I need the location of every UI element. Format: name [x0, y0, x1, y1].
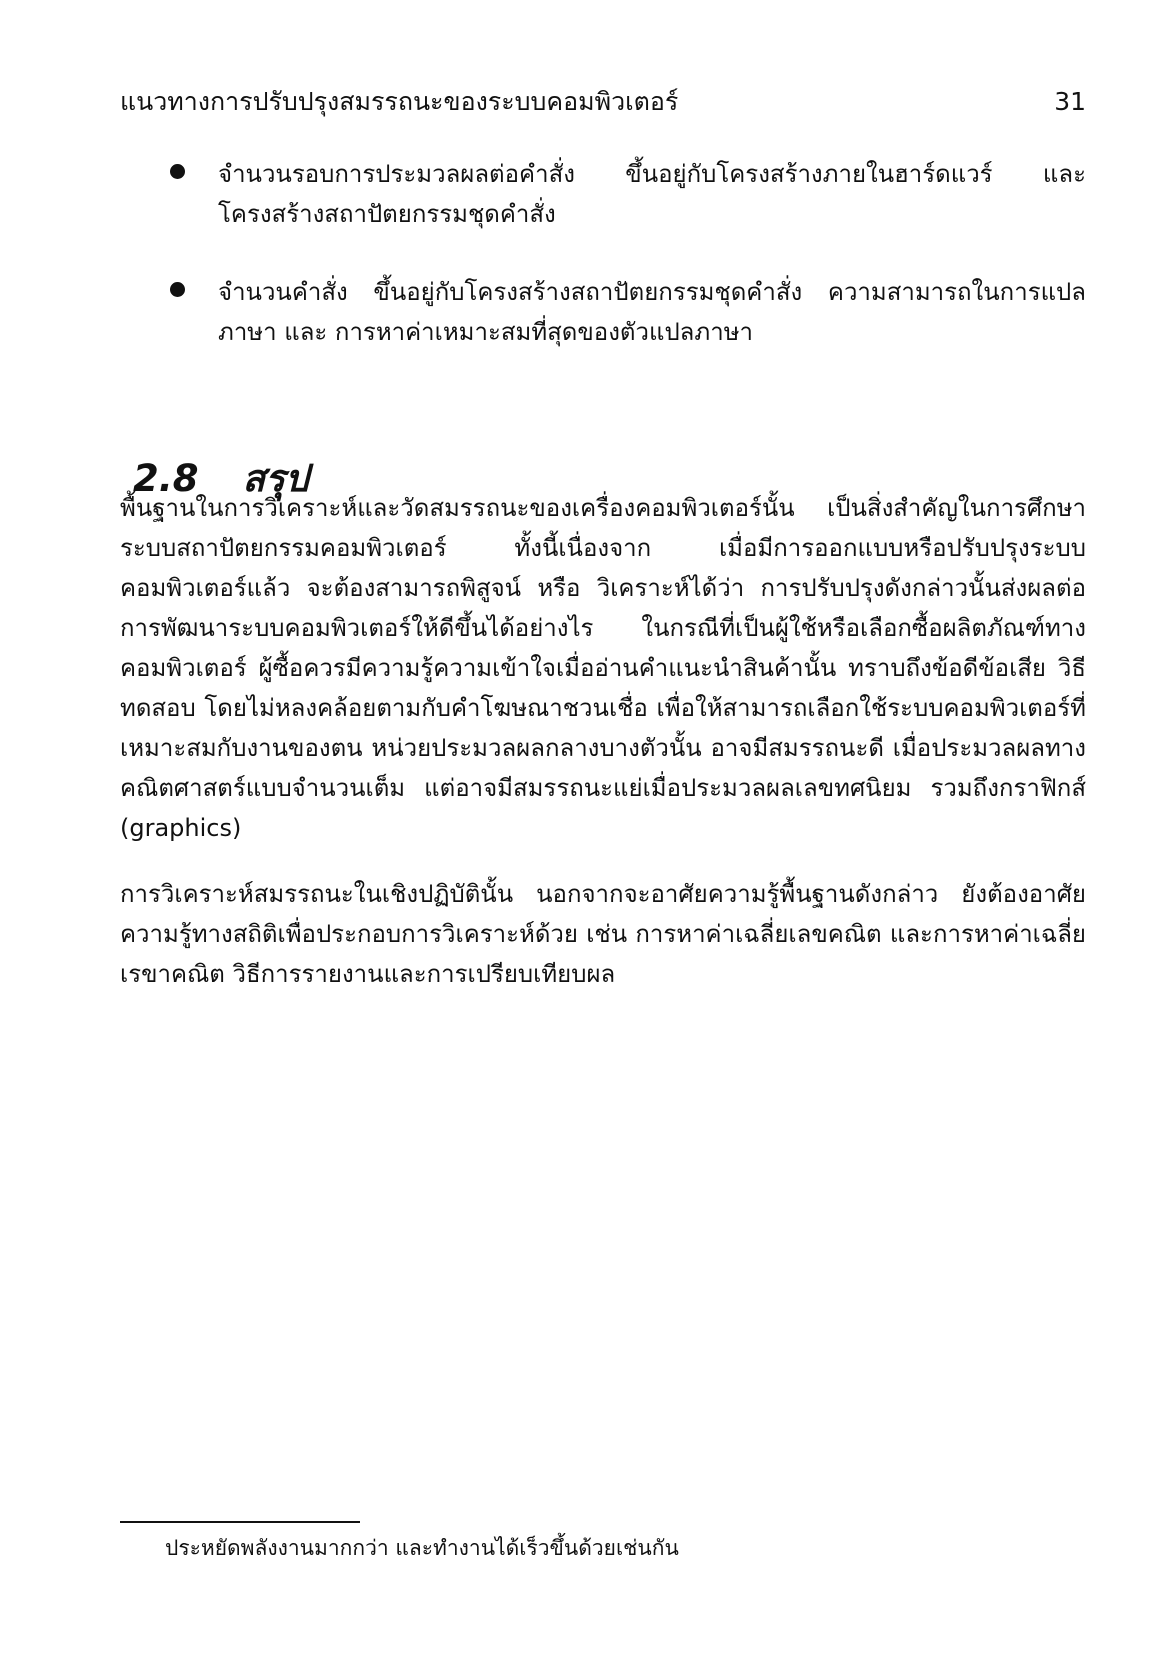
bullet-item: จำนวนคำสั่ง ขึ้นอยู่กับโครงสร้างสถาปัตยก… [120, 272, 1086, 352]
bullet-text: จำนวนคำสั่ง ขึ้นอยู่กับโครงสร้างสถาปัตยก… [218, 278, 1086, 346]
bullet-text: จำนวนรอบการประมวลผลต่อคำสั่ง ขึ้นอยู่กับ… [218, 160, 1086, 228]
footnote: ประหยัดพลังงานมากกว่า และทำงานได้เร็วขึ้… [165, 1536, 679, 1560]
page-number: 31 [1054, 87, 1086, 116]
body-text: พื้นฐานในการวิเคราะห์และวัดสมรรถนะของเคร… [120, 488, 1086, 1020]
bullet-item: จำนวนรอบการประมวลผลต่อคำสั่ง ขึ้นอยู่กับ… [120, 154, 1086, 234]
bullet-dot-icon [170, 282, 185, 297]
footnote-divider [120, 1521, 360, 1523]
running-title: แนวทางการปรับปรุงสมรรถนะของระบบคอมพิวเตอ… [120, 87, 679, 116]
paragraph: พื้นฐานในการวิเคราะห์และวัดสมรรถนะของเคร… [120, 494, 1086, 842]
running-header: แนวทางการปรับปรุงสมรรถนะของระบบคอมพิวเตอ… [120, 82, 1086, 122]
paragraph: การวิเคราะห์สมรรถนะในเชิงปฏิบัตินั้น นอก… [120, 880, 1086, 988]
bullet-dot-icon [170, 164, 185, 179]
bullet-list: จำนวนรอบการประมวลผลต่อคำสั่ง ขึ้นอยู่กับ… [120, 154, 1086, 390]
